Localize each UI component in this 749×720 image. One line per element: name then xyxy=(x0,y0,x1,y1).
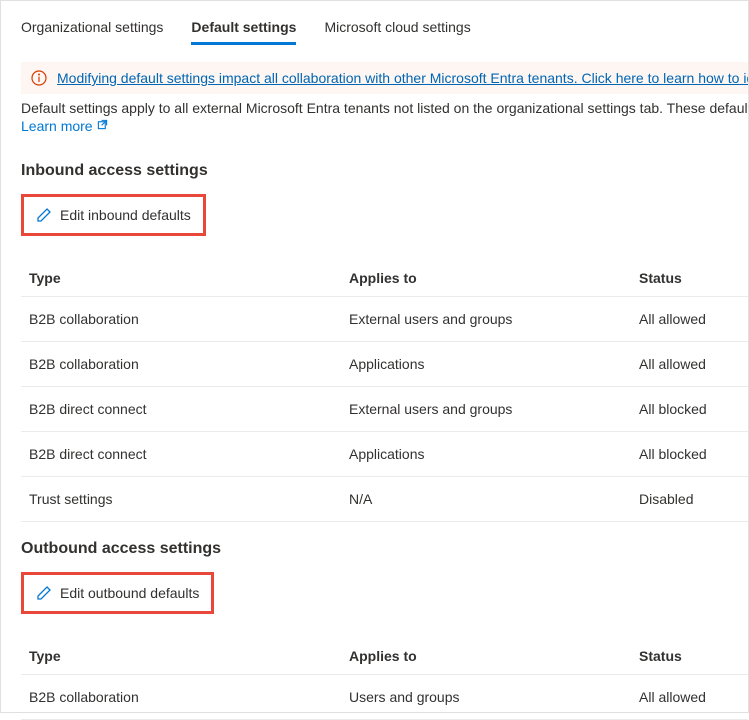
cell-type: B2B direct connect xyxy=(29,446,349,462)
cell-type: Trust settings xyxy=(29,491,349,507)
cell-applies-to: N/A xyxy=(349,491,639,507)
inbound-table: Type Applies to Status B2B collaboration… xyxy=(21,260,748,522)
cell-status: Disabled xyxy=(639,491,740,507)
cell-type: B2B collaboration xyxy=(29,356,349,372)
tab-organizational-settings[interactable]: Organizational settings xyxy=(21,13,163,45)
pencil-icon xyxy=(36,207,52,223)
header-applies-to[interactable]: Applies to xyxy=(349,270,639,286)
header-type[interactable]: Type xyxy=(29,270,349,286)
cell-status: All allowed xyxy=(639,689,740,705)
table-row: Trust settings N/A Disabled xyxy=(21,477,748,522)
outbound-section-title: Outbound access settings xyxy=(21,540,748,558)
external-link-icon xyxy=(97,119,108,133)
info-banner: Modifying default settings impact all co… xyxy=(21,62,748,94)
cell-applies-to: Applications xyxy=(349,446,639,462)
table-row: B2B collaboration External users and gro… xyxy=(21,297,748,342)
info-icon xyxy=(31,70,47,86)
cell-status: All blocked xyxy=(639,446,740,462)
cell-type: B2B collaboration xyxy=(29,689,349,705)
outbound-table: Type Applies to Status B2B collaboration… xyxy=(21,638,748,720)
pencil-icon xyxy=(36,585,52,601)
cell-status: All allowed xyxy=(639,311,740,327)
edit-outbound-label: Edit outbound defaults xyxy=(60,585,199,601)
info-banner-link[interactable]: Modifying default settings impact all co… xyxy=(57,70,748,86)
edit-inbound-defaults-button[interactable]: Edit inbound defaults xyxy=(21,194,206,236)
header-type[interactable]: Type xyxy=(29,648,349,664)
header-status[interactable]: Status xyxy=(639,270,740,286)
inbound-section: Inbound access settings Edit inbound def… xyxy=(21,162,748,522)
edit-outbound-defaults-button[interactable]: Edit outbound defaults xyxy=(21,572,214,614)
table-row: B2B direct connect External users and gr… xyxy=(21,387,748,432)
inbound-section-title: Inbound access settings xyxy=(21,162,748,180)
table-header: Type Applies to Status xyxy=(21,638,748,675)
cell-status: All blocked xyxy=(639,401,740,417)
outbound-section: Outbound access settings Edit outbound d… xyxy=(21,540,748,720)
cell-applies-to: Applications xyxy=(349,356,639,372)
tab-microsoft-cloud-settings[interactable]: Microsoft cloud settings xyxy=(324,13,470,45)
cell-status: All allowed xyxy=(639,356,740,372)
cell-applies-to: Users and groups xyxy=(349,689,639,705)
table-row: B2B collaboration Applications All allow… xyxy=(21,342,748,387)
header-status[interactable]: Status xyxy=(639,648,740,664)
edit-inbound-label: Edit inbound defaults xyxy=(60,207,191,223)
cell-applies-to: External users and groups xyxy=(349,311,639,327)
table-row: B2B direct connect Applications All bloc… xyxy=(21,432,748,477)
learn-more-label: Learn more xyxy=(21,118,93,134)
header-applies-to[interactable]: Applies to xyxy=(349,648,639,664)
table-row: B2B collaboration Users and groups All a… xyxy=(21,675,748,720)
cell-applies-to: External users and groups xyxy=(349,401,639,417)
cell-type: B2B direct connect xyxy=(29,401,349,417)
cell-type: B2B collaboration xyxy=(29,311,349,327)
description-text: Default settings apply to all external M… xyxy=(21,100,748,116)
tab-bar: Organizational settings Default settings… xyxy=(1,1,748,46)
table-header: Type Applies to Status xyxy=(21,260,748,297)
tab-default-settings[interactable]: Default settings xyxy=(191,13,296,45)
learn-more-link[interactable]: Learn more xyxy=(21,118,108,134)
